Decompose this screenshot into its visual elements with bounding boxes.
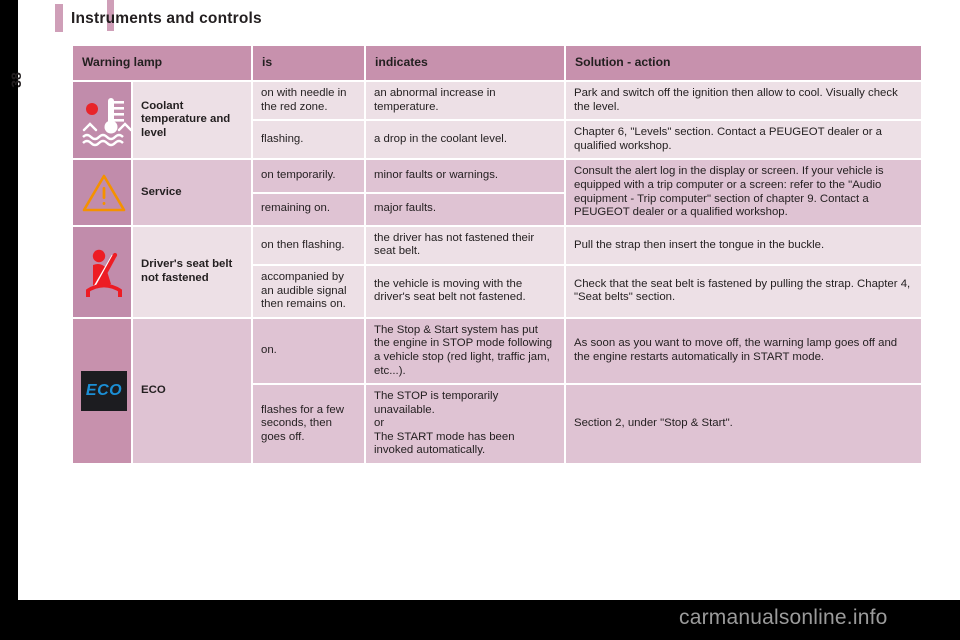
page-number: 38 [8,72,24,88]
lamp-name: Coolant temperature and level [133,82,253,161]
lamp-state: on temporarily. [253,160,366,194]
coolant-temperature-icon [73,82,133,161]
eco-badge-graphic: ECO [81,370,127,411]
table-row: Coolant temperature and level on with ne… [73,82,923,161]
table-row: Driver's seat belt not fastened on then … [73,226,923,319]
lamp-indication: minor faults or warnings. [366,160,566,194]
lamp-indication: an abnormal increase in temperature. [366,82,566,122]
lamp-indication: the driver has not fastened their seat b… [366,226,566,266]
column-header-warning-lamp: Warning lamp [73,46,253,82]
service-warning-triangle-icon [73,160,133,227]
lamp-solution: Park and switch off the ignition then al… [566,82,923,122]
table-row: Service on temporarily. minor faults or … [73,160,923,227]
lamp-state: flashes for a few seconds, then goes off… [253,385,366,466]
lamp-state: on then flashing. [253,226,366,266]
table-header-row: Warning lamp is indicates Solution - act… [73,46,923,82]
lamp-state: remaining on. [253,193,366,227]
lamp-state: flashing. [253,121,366,161]
table-row: ECO ECO on. The Stop & Start system has … [73,318,923,466]
column-header-is: is [253,46,366,82]
lamp-solution: Section 2, under "Stop & Start". [566,385,923,466]
lamp-solution: Consult the alert log in the display or … [566,160,923,227]
column-header-indicates: indicates [366,46,566,82]
lamp-name: Driver's seat belt not fastened [133,226,253,319]
seat-belt-not-fastened-icon [73,226,133,319]
title-accent-bar [55,4,63,32]
seat-belt-not-fastened-icon-graphic [86,249,122,297]
lamp-indication: major faults. [366,193,566,227]
eco-badge-label: ECO [85,382,123,400]
lamp-solution: Pull the strap then insert the tongue in… [566,226,923,266]
lamp-solution: Check that the seat belt is fastened by … [566,265,923,319]
column-header-solution: Solution - action [566,46,923,82]
warning-lamp-table: Warning lamp is indicates Solution - act… [73,46,923,466]
lamp-state: accompanied by an audible signal then re… [253,265,366,319]
lamp-solution: As soon as you want to move off, the war… [566,318,923,386]
lamp-state: on. [253,318,366,386]
lamp-indication: a drop in the coolant level. [366,121,566,161]
watermark: carmanualsonline.info [679,606,888,629]
lamp-indication: the vehicle is moving with the driver's … [366,265,566,319]
lamp-name: ECO [133,318,253,466]
page-title: Instruments and controls [71,10,262,27]
eco-badge-icon: ECO [73,318,133,466]
service-warning-triangle-icon-graphic [82,174,126,211]
coolant-temperature-icon-graphic [82,98,131,147]
lamp-indication: The STOP is temporarily unavailable. or … [366,385,566,466]
lamp-state: on with needle in the red zone. [253,82,366,122]
lamp-name: Service [133,160,253,227]
lamp-indication: The Stop & Start system has put the engi… [366,318,566,386]
lamp-solution: Chapter 6, "Levels" section. Contact a P… [566,121,923,161]
page-sheet: Instruments and controls Warning lamp is… [18,0,960,600]
